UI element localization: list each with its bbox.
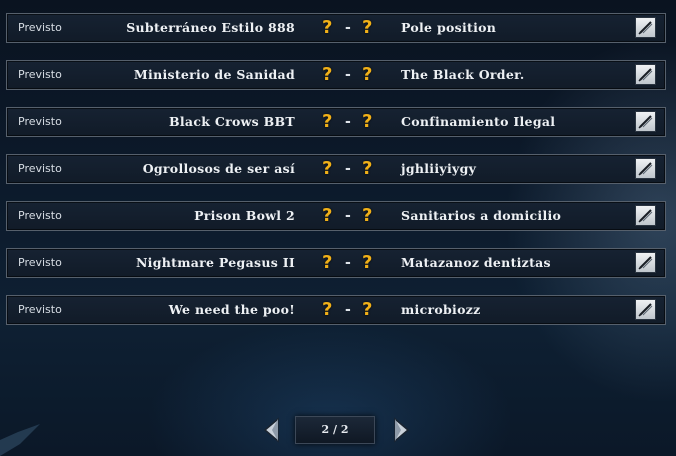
away-score: ? <box>362 111 373 132</box>
home-team: Prison Bowl 2 <box>194 208 295 223</box>
score-separator: - <box>345 114 351 130</box>
arrow-right-icon[interactable] <box>391 416 413 444</box>
match-row: Previsto We need the poo! ? - ? microbio… <box>6 295 666 325</box>
away-score: ? <box>362 17 373 38</box>
home-score: ? <box>322 158 333 179</box>
home-score: ? <box>322 205 333 226</box>
arrow-left-icon[interactable] <box>260 416 282 444</box>
home-team: Ogrollosos de ser así <box>142 161 295 176</box>
score-separator: - <box>345 161 351 177</box>
pencil-icon <box>638 115 653 129</box>
home-score: ? <box>322 299 333 320</box>
pencil-icon <box>638 256 653 270</box>
away-score: ? <box>362 158 373 179</box>
away-score: ? <box>362 64 373 85</box>
match-status: Previsto <box>18 68 62 81</box>
match-row: Previsto Black Crows BBT ? - ? Confinami… <box>6 107 666 137</box>
page-indicator: 2 / 2 <box>295 416 375 444</box>
away-team: jghliiyiygy <box>401 161 477 176</box>
home-score: ? <box>322 252 333 273</box>
home-score: ? <box>322 111 333 132</box>
match-status: Previsto <box>18 162 62 175</box>
pencil-icon <box>638 21 653 35</box>
away-team: Sanitarios a domicilio <box>401 208 562 223</box>
score-separator: - <box>345 208 351 224</box>
away-team: The Black Order. <box>401 67 525 82</box>
edit-match-button[interactable] <box>635 17 656 38</box>
match-row: Previsto Ogrollosos de ser así ? - ? jgh… <box>6 154 666 184</box>
home-score: ? <box>322 64 333 85</box>
pencil-icon <box>638 68 653 82</box>
home-team: Nightmare Pegasus II <box>135 255 295 270</box>
match-list: Previsto Subterráneo Estilo 888 ? - ? Po… <box>6 13 666 342</box>
score-separator: - <box>345 67 351 83</box>
pencil-icon <box>638 303 653 317</box>
home-team: Subterráneo Estilo 888 <box>126 20 295 35</box>
away-team: microbiozz <box>401 302 481 317</box>
match-status: Previsto <box>18 21 62 34</box>
home-score: ? <box>322 17 333 38</box>
away-score: ? <box>362 252 373 273</box>
score-separator: - <box>345 255 351 271</box>
home-team: We need the poo! <box>168 302 295 317</box>
edit-match-button[interactable] <box>635 158 656 179</box>
match-status: Previsto <box>18 209 62 222</box>
score-separator: - <box>345 302 351 318</box>
pencil-icon <box>638 162 653 176</box>
away-team: Confinamiento Ilegal <box>401 114 556 129</box>
away-score: ? <box>362 205 373 226</box>
away-team: Matazanoz dentiztas <box>401 255 551 270</box>
match-row: Previsto Subterráneo Estilo 888 ? - ? Po… <box>6 13 666 43</box>
away-score: ? <box>362 299 373 320</box>
score-separator: - <box>345 20 351 36</box>
match-status: Previsto <box>18 256 62 269</box>
match-row: Previsto Prison Bowl 2 ? - ? Sanitarios … <box>6 201 666 231</box>
decorative-corner <box>0 424 40 456</box>
edit-match-button[interactable] <box>635 205 656 226</box>
home-team: Black Crows BBT <box>169 114 295 129</box>
match-row: Previsto Nightmare Pegasus II ? - ? Mata… <box>6 248 666 278</box>
edit-match-button[interactable] <box>635 111 656 132</box>
match-status: Previsto <box>18 115 62 128</box>
edit-match-button[interactable] <box>635 299 656 320</box>
edit-match-button[interactable] <box>635 252 656 273</box>
match-status: Previsto <box>18 303 62 316</box>
match-row: Previsto Ministerio de Sanidad ? - ? The… <box>6 60 666 90</box>
edit-match-button[interactable] <box>635 64 656 85</box>
home-team: Ministerio de Sanidad <box>133 67 295 82</box>
pencil-icon <box>638 209 653 223</box>
away-team: Pole position <box>401 20 497 35</box>
pagination: 2 / 2 <box>258 412 418 448</box>
